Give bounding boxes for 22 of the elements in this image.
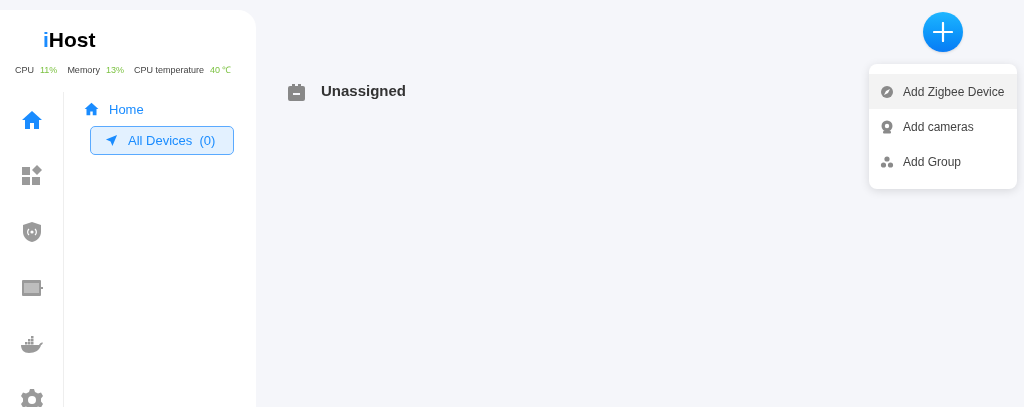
menu-item[interactable]: Add cameras — [869, 109, 1017, 144]
nav-button[interactable] — [19, 163, 44, 188]
cluster-icon — [880, 154, 894, 169]
menu-item[interactable]: Add Zigbee Device — [869, 74, 1017, 109]
stat-label: CPU — [15, 64, 34, 77]
compass-icon — [880, 84, 894, 99]
stat-value: 13% — [105, 64, 124, 77]
menu-item[interactable]: Add Group — [869, 144, 1017, 179]
stat-label: CPU temperature — [133, 64, 204, 77]
navigation-arrow-icon — [105, 134, 118, 147]
ihost-logo: iHost — [43, 28, 96, 51]
group-title: Unassigned — [321, 81, 407, 101]
plus-icon — [933, 22, 953, 42]
webcam-icon — [880, 119, 894, 134]
stat-label: Memory — [67, 64, 100, 77]
stat-value: 11% — [40, 64, 58, 77]
badge-icon — [288, 81, 305, 101]
home-icon — [84, 102, 99, 117]
apps-icon — [19, 163, 44, 188]
stat-value: 40 ℃ — [209, 64, 232, 77]
nav-button[interactable] — [19, 387, 44, 407]
add-button[interactable] — [923, 12, 963, 52]
